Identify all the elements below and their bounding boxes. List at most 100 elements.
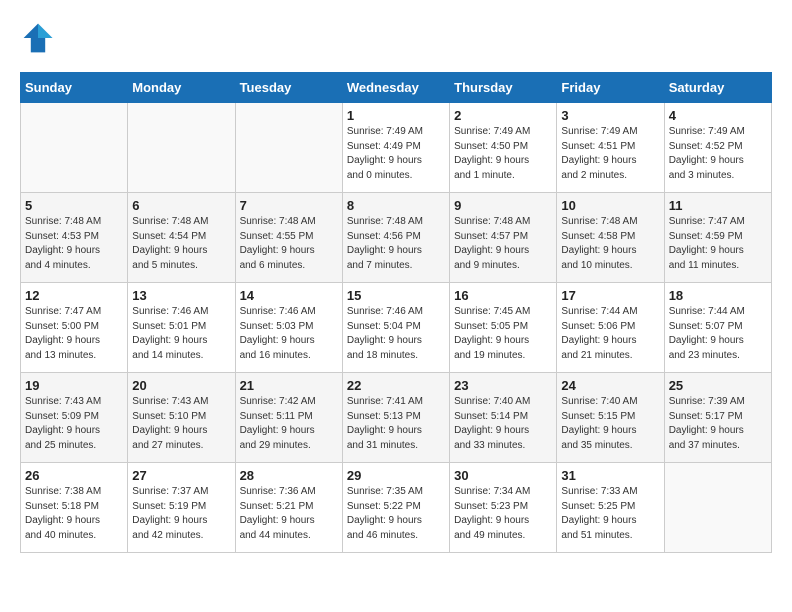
- day-number: 25: [669, 378, 767, 393]
- day-number: 7: [240, 198, 338, 213]
- day-number: 28: [240, 468, 338, 483]
- calendar-week-row: 1Sunrise: 7:49 AM Sunset: 4:49 PM Daylig…: [21, 103, 772, 193]
- calendar-body: 1Sunrise: 7:49 AM Sunset: 4:49 PM Daylig…: [21, 103, 772, 553]
- day-info: Sunrise: 7:36 AM Sunset: 5:21 PM Dayligh…: [240, 485, 338, 543]
- calendar-cell: 18 Sunrise: 7:44 AM Sunset: 5:07 PM Dayli…: [664, 283, 771, 373]
- day-info: Sunrise: 7:44 AM Sunset: 5:07 PM Dayligh…: [669, 305, 767, 363]
- day-info: Sunrise: 7:41 AM Sunset: 5:13 PM Dayligh…: [347, 395, 445, 453]
- day-info: Sunrise: 7:46 AM Sunset: 5:01 PM Dayligh…: [132, 305, 230, 363]
- calendar-cell: 29 Sunrise: 7:35 AM Sunset: 5:22 PM Dayli…: [342, 463, 449, 553]
- logo: [20, 20, 62, 56]
- calendar-cell: 30Sunrise: 7:34 AM Sunset: 5:23 PM Dayli…: [450, 463, 557, 553]
- day-number: 1: [347, 108, 445, 123]
- calendar-cell: 12 Sunrise: 7:47 AM Sunset: 5:00 PM Dayli…: [21, 283, 128, 373]
- day-number: 31: [561, 468, 659, 483]
- day-number: 8: [347, 198, 445, 213]
- day-number: 18: [669, 288, 767, 303]
- day-number: 11: [669, 198, 767, 213]
- weekday-header: Sunday: [21, 73, 128, 103]
- calendar-cell: 4 Sunrise: 7:49 AM Sunset: 4:52 PM Daylig…: [664, 103, 771, 193]
- day-number: 29: [347, 468, 445, 483]
- day-number: 30: [454, 468, 552, 483]
- day-number: 13: [132, 288, 230, 303]
- weekday-header: Wednesday: [342, 73, 449, 103]
- day-number: 26: [25, 468, 123, 483]
- day-number: 22: [347, 378, 445, 393]
- day-number: 3: [561, 108, 659, 123]
- calendar-week-row: 12 Sunrise: 7:47 AM Sunset: 5:00 PM Dayli…: [21, 283, 772, 373]
- day-info: Sunrise: 7:48 AM Sunset: 4:58 PM Dayligh…: [561, 215, 659, 273]
- calendar-week-row: 5 Sunrise: 7:48 AM Sunset: 4:53 PM Daylig…: [21, 193, 772, 283]
- calendar-cell: 24Sunrise: 7:40 AM Sunset: 5:15 PM Dayli…: [557, 373, 664, 463]
- day-info: Sunrise: 7:48 AM Sunset: 4:53 PM Dayligh…: [25, 215, 123, 273]
- calendar-cell: 13 Sunrise: 7:46 AM Sunset: 5:01 PM Dayli…: [128, 283, 235, 373]
- weekday-header: Thursday: [450, 73, 557, 103]
- calendar-cell: 9Sunrise: 7:48 AM Sunset: 4:57 PM Daylig…: [450, 193, 557, 283]
- calendar-cell: 16 Sunrise: 7:45 AM Sunset: 5:05 PM Dayli…: [450, 283, 557, 373]
- day-number: 5: [25, 198, 123, 213]
- day-info: Sunrise: 7:38 AM Sunset: 5:18 PM Dayligh…: [25, 485, 123, 543]
- page-header: [20, 20, 772, 56]
- calendar-cell: 23Sunrise: 7:40 AM Sunset: 5:14 PM Dayli…: [450, 373, 557, 463]
- day-number: 15: [347, 288, 445, 303]
- day-number: 2: [454, 108, 552, 123]
- day-number: 10: [561, 198, 659, 213]
- logo-icon: [20, 20, 56, 56]
- calendar-cell: 21 Sunrise: 7:42 AM Sunset: 5:11 PM Dayli…: [235, 373, 342, 463]
- calendar-cell: 7 Sunrise: 7:48 AM Sunset: 4:55 PM Daylig…: [235, 193, 342, 283]
- day-info: Sunrise: 7:37 AM Sunset: 5:19 PM Dayligh…: [132, 485, 230, 543]
- day-info: Sunrise: 7:45 AM Sunset: 5:05 PM Dayligh…: [454, 305, 552, 363]
- day-info: Sunrise: 7:48 AM Sunset: 4:54 PM Dayligh…: [132, 215, 230, 273]
- calendar-week-row: 26 Sunrise: 7:38 AM Sunset: 5:18 PM Dayli…: [21, 463, 772, 553]
- day-info: Sunrise: 7:43 AM Sunset: 5:10 PM Dayligh…: [132, 395, 230, 453]
- day-number: 27: [132, 468, 230, 483]
- calendar-cell: [235, 103, 342, 193]
- calendar-cell: 2 Sunrise: 7:49 AM Sunset: 4:50 PM Daylig…: [450, 103, 557, 193]
- calendar-cell: 15 Sunrise: 7:46 AM Sunset: 5:04 PM Dayli…: [342, 283, 449, 373]
- day-info: Sunrise: 7:39 AM Sunset: 5:17 PM Dayligh…: [669, 395, 767, 453]
- day-info: Sunrise: 7:42 AM Sunset: 5:11 PM Dayligh…: [240, 395, 338, 453]
- day-info: Sunrise: 7:48 AM Sunset: 4:56 PM Dayligh…: [347, 215, 445, 273]
- calendar-header-row: SundayMondayTuesdayWednesdayThursdayFrid…: [21, 73, 772, 103]
- calendar-cell: 28 Sunrise: 7:36 AM Sunset: 5:21 PM Dayli…: [235, 463, 342, 553]
- weekday-header: Tuesday: [235, 73, 342, 103]
- day-info: Sunrise: 7:47 AM Sunset: 5:00 PM Dayligh…: [25, 305, 123, 363]
- calendar-cell: 10 Sunrise: 7:48 AM Sunset: 4:58 PM Dayli…: [557, 193, 664, 283]
- day-number: 6: [132, 198, 230, 213]
- day-info: Sunrise: 7:49 AM Sunset: 4:51 PM Dayligh…: [561, 125, 659, 183]
- day-number: 17: [561, 288, 659, 303]
- day-info: Sunrise: 7:46 AM Sunset: 5:04 PM Dayligh…: [347, 305, 445, 363]
- day-info: Sunrise: 7:44 AM Sunset: 5:06 PM Dayligh…: [561, 305, 659, 363]
- calendar-cell: 5 Sunrise: 7:48 AM Sunset: 4:53 PM Daylig…: [21, 193, 128, 283]
- calendar-cell: 17 Sunrise: 7:44 AM Sunset: 5:06 PM Dayli…: [557, 283, 664, 373]
- day-info: Sunrise: 7:48 AM Sunset: 4:57 PM Dayligh…: [454, 215, 552, 273]
- day-info: Sunrise: 7:49 AM Sunset: 4:50 PM Dayligh…: [454, 125, 552, 183]
- calendar-cell: 14Sunrise: 7:46 AM Sunset: 5:03 PM Dayli…: [235, 283, 342, 373]
- weekday-header: Friday: [557, 73, 664, 103]
- calendar-cell: [664, 463, 771, 553]
- calendar-cell: 1Sunrise: 7:49 AM Sunset: 4:49 PM Daylig…: [342, 103, 449, 193]
- day-number: 20: [132, 378, 230, 393]
- day-info: Sunrise: 7:33 AM Sunset: 5:25 PM Dayligh…: [561, 485, 659, 543]
- calendar-cell: 25 Sunrise: 7:39 AM Sunset: 5:17 PM Dayli…: [664, 373, 771, 463]
- weekday-header: Saturday: [664, 73, 771, 103]
- calendar-cell: 20 Sunrise: 7:43 AM Sunset: 5:10 PM Dayli…: [128, 373, 235, 463]
- day-number: 24: [561, 378, 659, 393]
- calendar-week-row: 19Sunrise: 7:43 AM Sunset: 5:09 PM Dayli…: [21, 373, 772, 463]
- day-info: Sunrise: 7:43 AM Sunset: 5:09 PM Dayligh…: [25, 395, 123, 453]
- day-number: 16: [454, 288, 552, 303]
- day-number: 12: [25, 288, 123, 303]
- calendar-cell: 3 Sunrise: 7:49 AM Sunset: 4:51 PM Daylig…: [557, 103, 664, 193]
- calendar-cell: 27 Sunrise: 7:37 AM Sunset: 5:19 PM Dayli…: [128, 463, 235, 553]
- calendar-table: SundayMondayTuesdayWednesdayThursdayFrid…: [20, 72, 772, 553]
- day-info: Sunrise: 7:49 AM Sunset: 4:52 PM Dayligh…: [669, 125, 767, 183]
- day-info: Sunrise: 7:35 AM Sunset: 5:22 PM Dayligh…: [347, 485, 445, 543]
- calendar-cell: 22 Sunrise: 7:41 AM Sunset: 5:13 PM Dayli…: [342, 373, 449, 463]
- day-number: 21: [240, 378, 338, 393]
- calendar-cell: 11Sunrise: 7:47 AM Sunset: 4:59 PM Dayli…: [664, 193, 771, 283]
- calendar-cell: 6 Sunrise: 7:48 AM Sunset: 4:54 PM Daylig…: [128, 193, 235, 283]
- day-number: 4: [669, 108, 767, 123]
- weekday-header: Monday: [128, 73, 235, 103]
- day-number: 23: [454, 378, 552, 393]
- day-info: Sunrise: 7:48 AM Sunset: 4:55 PM Dayligh…: [240, 215, 338, 273]
